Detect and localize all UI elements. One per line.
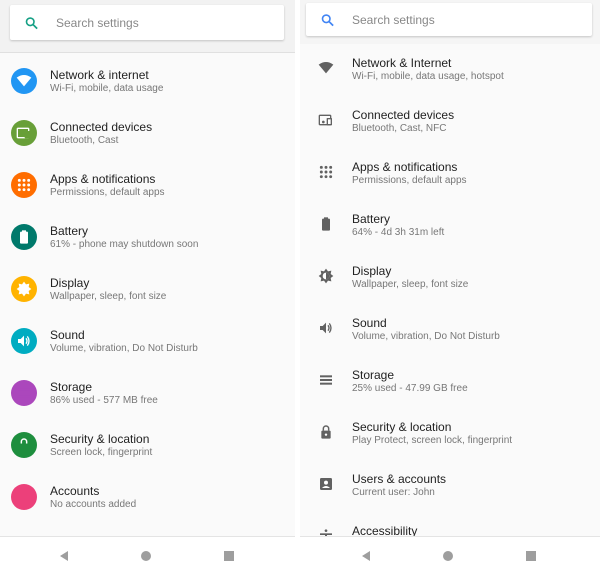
item-subtitle: Current user: John <box>352 487 435 498</box>
item-subtitle: Wallpaper, sleep, font size <box>50 291 167 302</box>
settings-item-apps[interactable]: Apps & notifications Permissions, default… <box>0 172 295 224</box>
item-title: Sound <box>352 316 387 330</box>
search-bar[interactable] <box>306 3 592 36</box>
item-title: Display <box>50 276 90 290</box>
navigation-bar <box>0 536 295 574</box>
settings-item-apps[interactable]: Apps & notifications Permissions, default… <box>300 160 600 212</box>
lock-icon <box>313 419 339 445</box>
home-icon <box>141 551 151 561</box>
item-subtitle: 61% - phone may shutdown soon <box>50 239 199 250</box>
devices-icon <box>313 107 339 133</box>
item-subtitle: 64% - 4d 3h 31m left <box>352 227 445 238</box>
home-button[interactable] <box>440 548 456 564</box>
settings-item-account[interactable]: Accounts No accounts added <box>0 484 295 536</box>
item-title: Connected devices <box>352 108 455 122</box>
account-icon <box>11 484 37 510</box>
back-button[interactable] <box>56 548 72 564</box>
item-subtitle: Volume, vibration, Do Not Disturb <box>50 343 198 354</box>
item-title: Users & accounts <box>352 472 447 486</box>
item-subtitle: Wallpaper, sleep, font size <box>352 279 469 290</box>
item-subtitle: 25% used - 47.99 GB free <box>352 383 468 394</box>
back-icon <box>60 551 68 561</box>
settings-item-volume[interactable]: Sound Volume, vibration, Do Not Disturb <box>300 316 600 368</box>
item-subtitle: Wi-Fi, mobile, data usage, hotspot <box>352 71 504 82</box>
item-subtitle: Bluetooth, Cast, NFC <box>352 123 447 134</box>
item-title: Battery <box>50 224 89 238</box>
search-header <box>0 0 295 53</box>
recents-button[interactable] <box>523 548 539 564</box>
item-title: Battery <box>352 212 391 226</box>
item-title: Accounts <box>50 484 100 498</box>
item-subtitle: No accounts added <box>50 499 137 510</box>
settings-item-volume[interactable]: Sound Volume, vibration, Do Not Disturb <box>0 328 295 380</box>
settings-item-account[interactable]: Users & accounts Current user: John <box>300 472 600 524</box>
item-subtitle: Wi-Fi, mobile, data usage <box>50 83 164 94</box>
settings-item-wifi[interactable]: Network & internet Wi-Fi, mobile, data us… <box>0 68 295 120</box>
lock-icon <box>11 432 37 458</box>
item-title: Network & internet <box>50 68 149 82</box>
volume-icon <box>11 328 37 354</box>
settings-item-battery[interactable]: Battery 61% - phone may shutdown soon <box>0 224 295 276</box>
item-title: Security & location <box>50 432 150 446</box>
devices-icon <box>11 120 37 146</box>
wifi-icon <box>313 55 339 81</box>
search-input[interactable] <box>56 5 256 40</box>
item-title: Apps & notifications <box>352 160 458 174</box>
search-header <box>300 0 600 44</box>
account-icon <box>313 471 339 497</box>
settings-item-devices[interactable]: Connected devices Bluetooth, Cast <box>0 120 295 172</box>
settings-item-battery[interactable]: Battery 64% - 4d 3h 31m left <box>300 212 600 264</box>
brightness-icon <box>11 276 37 302</box>
back-icon <box>362 551 370 561</box>
settings-item-lock[interactable]: Security & location Screen lock, fingerpr… <box>0 432 295 484</box>
item-title: Display <box>352 264 392 278</box>
volume-icon <box>313 315 339 341</box>
storage-icon <box>313 367 339 393</box>
item-title: Connected devices <box>50 120 153 134</box>
item-title: Apps & notifications <box>50 172 156 186</box>
storage-icon <box>11 380 37 406</box>
brightness-icon <box>313 263 339 289</box>
settings-panel-left: Network & internetWi-Fi, mobile, data us… <box>0 0 295 574</box>
battery-icon <box>11 224 37 250</box>
item-subtitle: Play Protect, screen lock, fingerprint <box>352 435 513 446</box>
home-icon <box>443 551 453 561</box>
settings-item-devices[interactable]: Connected devices Bluetooth, Cast, NFC <box>300 108 600 160</box>
home-button[interactable] <box>138 548 154 564</box>
item-title: Network & Internet <box>352 56 452 70</box>
search-input[interactable] <box>352 3 552 36</box>
apps-icon <box>313 159 339 185</box>
recents-button[interactable] <box>221 548 237 564</box>
settings-item-brightness[interactable]: Display Wallpaper, sleep, font size <box>300 264 600 316</box>
settings-item-wifi[interactable]: Network & Internet Wi-Fi, mobile, data us… <box>300 56 600 108</box>
search-bar[interactable] <box>10 5 284 40</box>
item-subtitle: Permissions, default apps <box>50 187 165 198</box>
back-button[interactable] <box>358 548 374 564</box>
recents-icon <box>526 551 536 561</box>
settings-item-lock[interactable]: Security & location Play Protect, screen … <box>300 420 600 472</box>
item-title: Storage <box>352 368 395 382</box>
settings-panel-right: Network & InternetWi-Fi, mobile, data us… <box>300 0 600 574</box>
recents-icon <box>224 551 234 561</box>
settings-item-storage[interactable]: Storage 25% used - 47.99 GB free <box>300 368 600 420</box>
item-subtitle: Bluetooth, Cast <box>50 135 119 146</box>
item-title: Security & location <box>352 420 452 434</box>
item-subtitle: Screen lock, fingerprint <box>50 447 153 458</box>
settings-item-storage[interactable]: Storage 86% used - 577 MB free <box>0 380 295 432</box>
item-subtitle: 86% used - 577 MB free <box>50 395 158 406</box>
item-title: Storage <box>50 380 93 394</box>
settings-item-brightness[interactable]: Display Wallpaper, sleep, font size <box>0 276 295 328</box>
apps-icon <box>11 172 37 198</box>
navigation-bar <box>300 536 600 574</box>
battery-icon <box>313 211 339 237</box>
item-subtitle: Volume, vibration, Do Not Disturb <box>352 331 500 342</box>
wifi-icon <box>11 68 37 94</box>
item-title: Sound <box>50 328 85 342</box>
item-subtitle: Permissions, default apps <box>352 175 467 186</box>
